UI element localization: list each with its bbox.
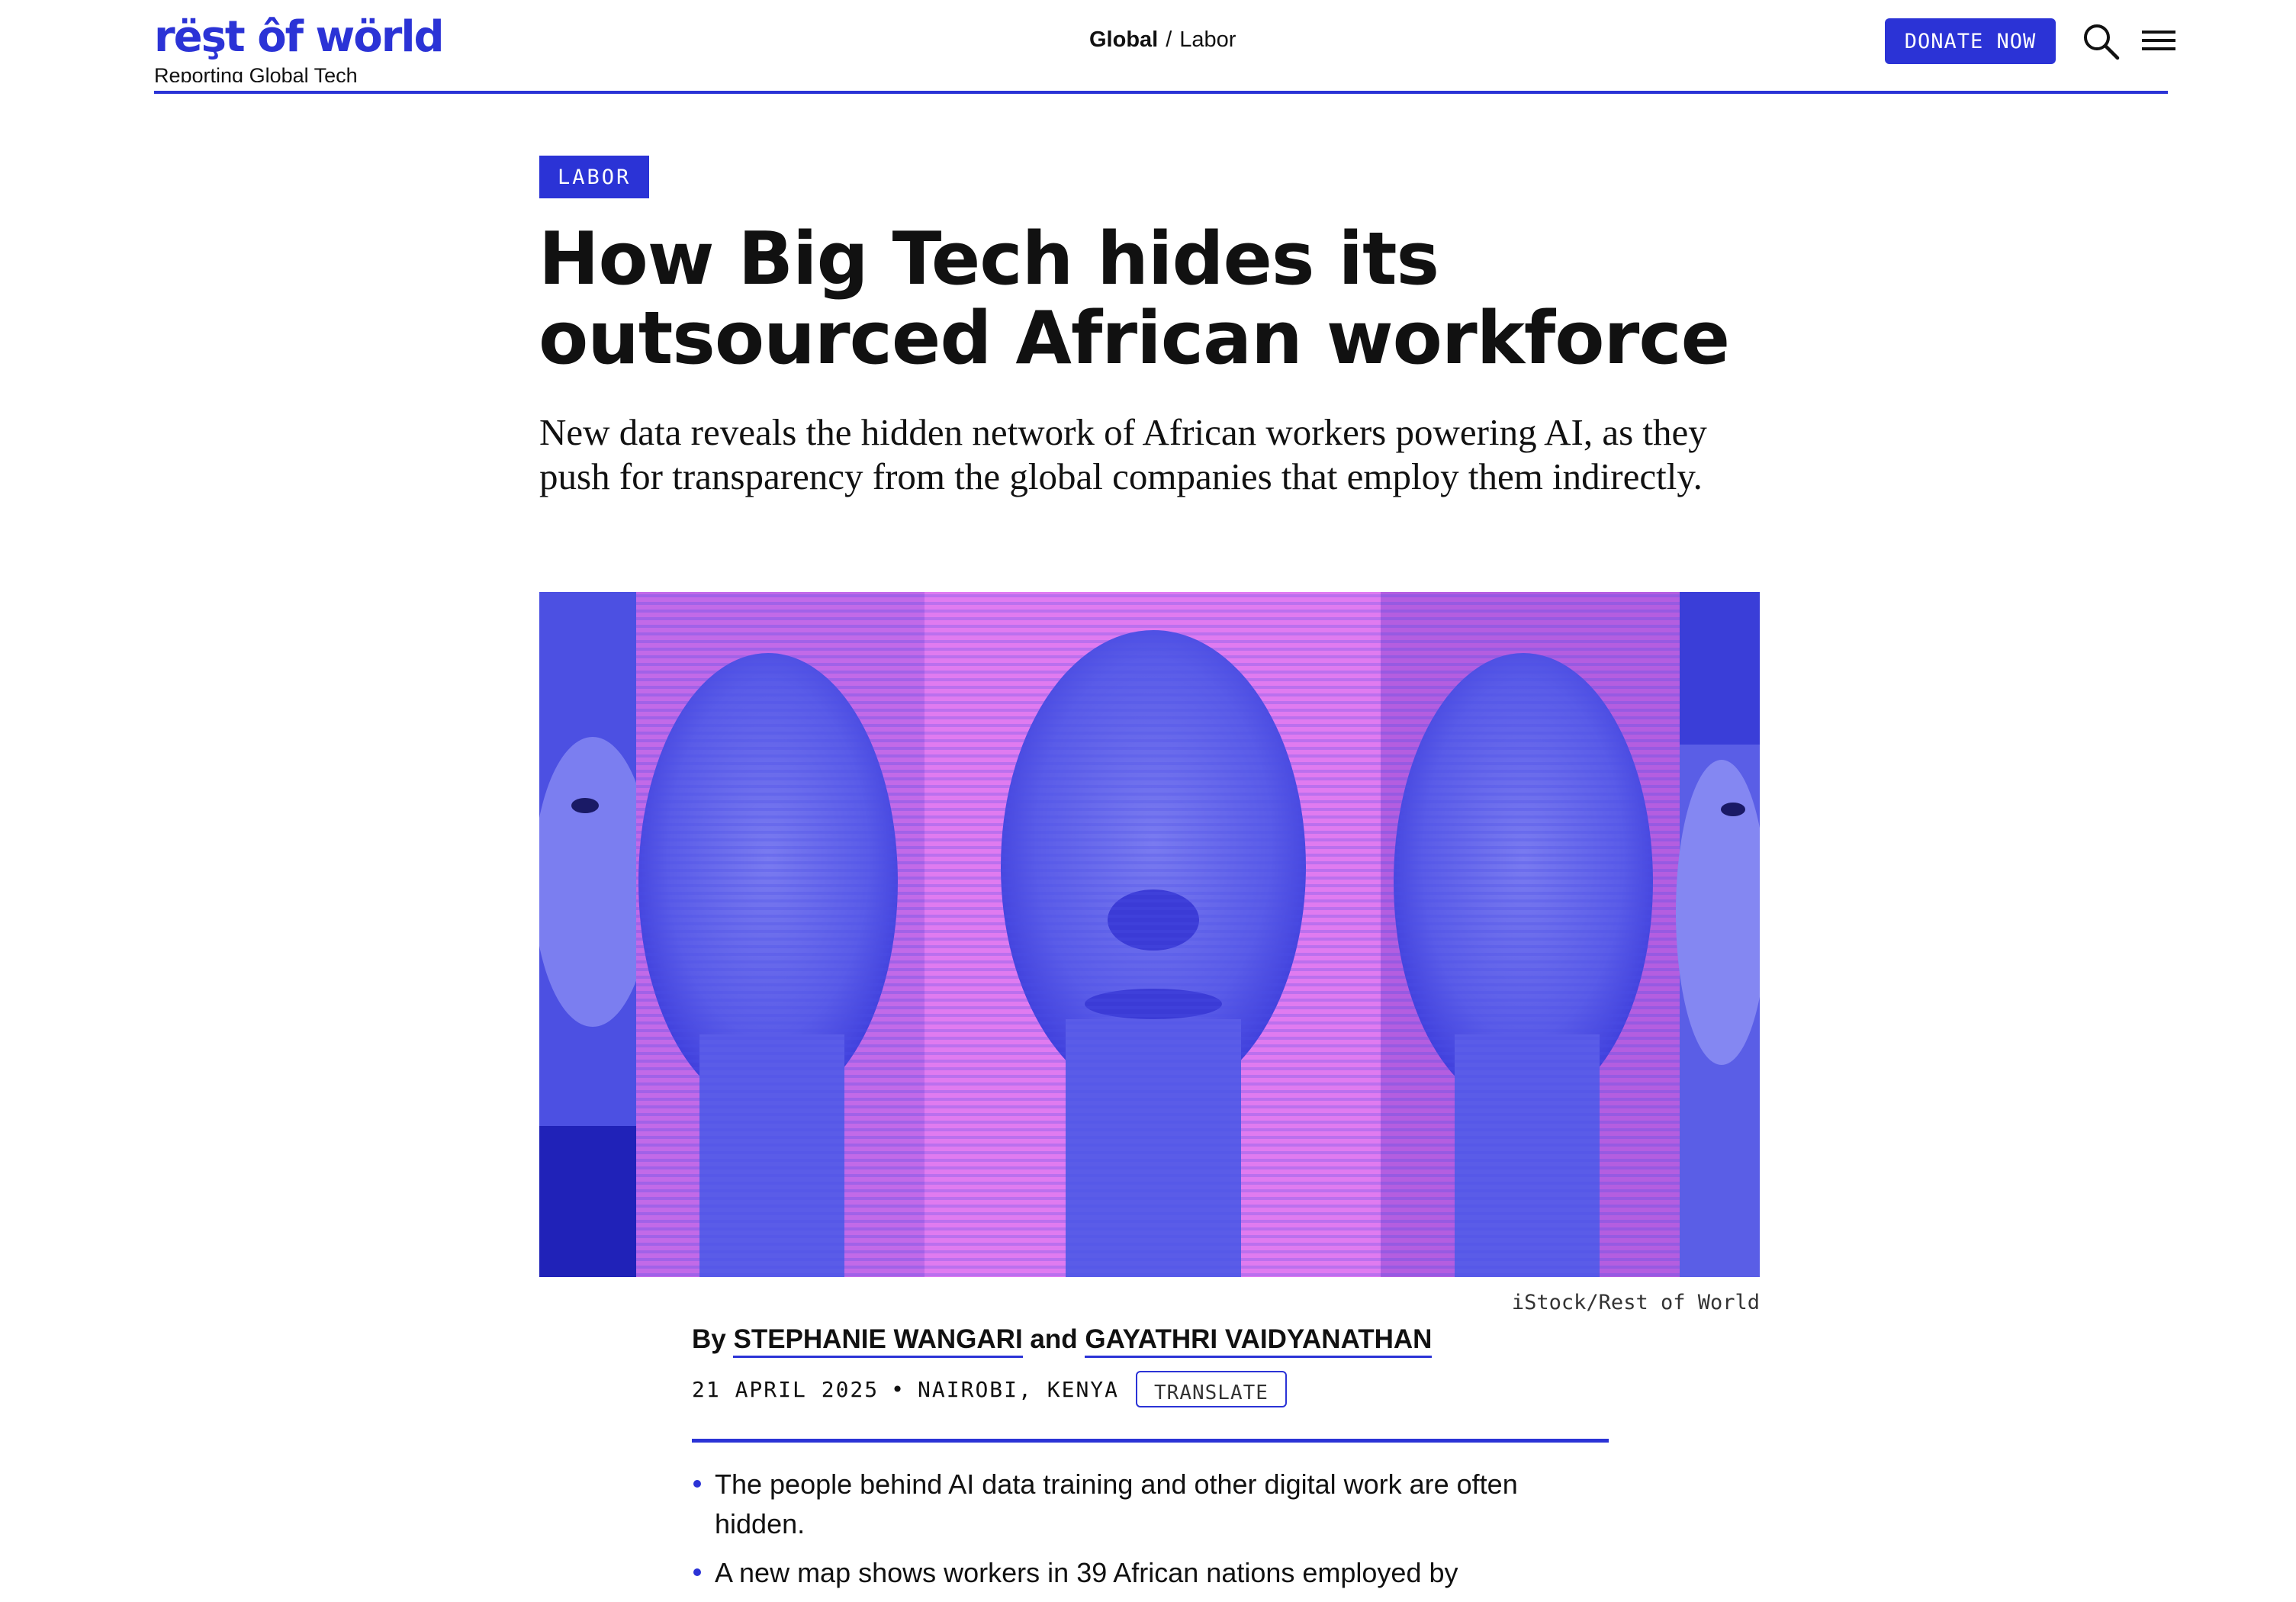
author-link-stephanie-wangari[interactable]: STEPHANIE WANGARI xyxy=(733,1324,1023,1358)
summary-text: The people behind AI data training and o… xyxy=(715,1468,1518,1539)
breadcrumb: Global / Labor xyxy=(1089,24,1236,55)
author-link-gayathri-vaidyanathan[interactable]: GAYATHRI VAIDYANATHAN xyxy=(1085,1324,1433,1358)
hero-image xyxy=(539,592,1760,1277)
byline-prefix: By xyxy=(692,1324,726,1354)
publish-date: 21 APRIL 2025 xyxy=(692,1376,879,1402)
hero-illustration xyxy=(539,592,1760,1277)
summary-item: The people behind AI data training and o… xyxy=(692,1465,1609,1544)
logo-wordmark: rëşt ôf wörld xyxy=(154,14,443,62)
article-dek: New data reveals the hidden network of A… xyxy=(539,411,1707,497)
article-meta: 21 APRIL 2025 • NAIROBI, KENYA TRANSLATE xyxy=(692,1370,1287,1408)
byline: By STEPHANIE WANGARI and GAYATHRI VAIDYA… xyxy=(692,1323,1433,1358)
site-logo[interactable]: rëşt ôf wörld Reporting Global Tech xyxy=(154,14,443,90)
article-summary: The people behind AI data training and o… xyxy=(692,1465,1609,1602)
byline-conjunction: and xyxy=(1030,1324,1078,1354)
bullet-icon xyxy=(693,1568,701,1576)
search-icon[interactable] xyxy=(2079,20,2122,63)
meta-separator: • xyxy=(891,1376,906,1402)
hamburger-menu-icon[interactable] xyxy=(2137,20,2180,63)
image-caption: iStock/Rest of World xyxy=(1511,1291,1760,1314)
logo-tagline: Reporting Global Tech xyxy=(154,64,358,82)
donate-button[interactable]: DONATE NOW xyxy=(1885,18,2056,64)
breadcrumb-global[interactable]: Global xyxy=(1089,27,1158,52)
section-tag[interactable]: LABOR xyxy=(539,156,650,198)
summary-divider xyxy=(692,1439,1609,1443)
summary-item: A new map shows workers in 39 African na… xyxy=(692,1553,1609,1593)
site-header: rëşt ôf wörld Reporting Global Tech Glob… xyxy=(154,0,2175,95)
bullet-icon xyxy=(693,1480,701,1488)
dateline-location: NAIROBI, KENYA xyxy=(918,1376,1120,1402)
breadcrumb-separator: / xyxy=(1166,27,1172,52)
article-headline: How Big Tech hides its outsourced Africa… xyxy=(539,217,1730,381)
breadcrumb-labor[interactable]: Labor xyxy=(1179,27,1236,52)
translate-button[interactable]: TRANSLATE xyxy=(1136,1371,1287,1407)
header-divider xyxy=(154,91,2168,94)
